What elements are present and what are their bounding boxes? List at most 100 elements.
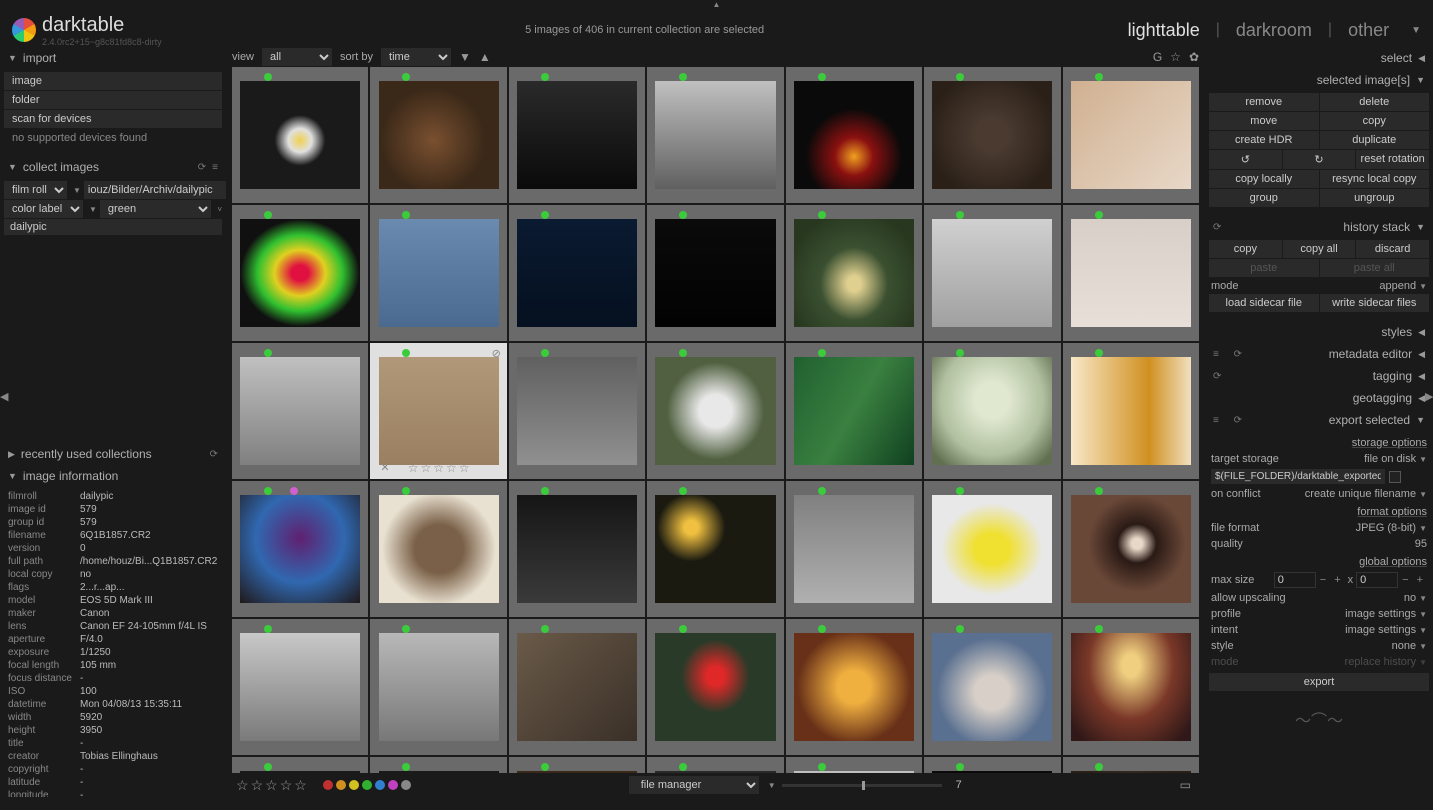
zoom-slider[interactable]: [782, 784, 942, 787]
thumbnail-cell[interactable]: [370, 205, 506, 341]
upscaling-value[interactable]: no: [1404, 592, 1416, 604]
settings-gear-icon[interactable]: ✿: [1189, 50, 1199, 64]
thumbnail-cell[interactable]: [232, 619, 368, 755]
thumbnail-cell[interactable]: [509, 481, 645, 617]
import-header[interactable]: ▼import: [2, 47, 224, 69]
export-path-input[interactable]: [1211, 469, 1385, 484]
hist-copy-button[interactable]: copy: [1209, 240, 1282, 258]
info-header[interactable]: ▼image information: [2, 465, 224, 487]
thumbnail-cell[interactable]: [786, 481, 922, 617]
thumbnail-cell[interactable]: [647, 67, 783, 203]
load-sidecar-button[interactable]: load sidecar file: [1209, 294, 1319, 312]
max-w-input[interactable]: [1274, 572, 1316, 588]
write-sidecar-button[interactable]: write sidecar files: [1320, 294, 1430, 312]
tagging-header[interactable]: ⟳tagging◀: [1207, 365, 1431, 387]
thumbnail-cell[interactable]: [1063, 205, 1199, 341]
thumbnail-cell[interactable]: [509, 343, 645, 479]
thumb-star[interactable]: ☆: [459, 461, 470, 475]
group-icon[interactable]: G: [1153, 50, 1162, 64]
sort-dir-up-icon[interactable]: ▲: [479, 50, 491, 64]
file-format-value[interactable]: JPEG (8-bit): [1356, 522, 1417, 534]
thumb-star[interactable]: ☆: [446, 461, 457, 475]
star-2[interactable]: ☆: [251, 777, 264, 794]
layout-combo[interactable]: file manager: [629, 776, 759, 794]
h-plus[interactable]: +: [1413, 574, 1427, 586]
recent-header[interactable]: ▶recently used collections ⟳: [2, 443, 224, 465]
color-label-6[interactable]: [401, 780, 411, 790]
color-label-0[interactable]: [323, 780, 333, 790]
fullscreen-icon[interactable]: ▭: [1180, 778, 1191, 792]
collect-path-tag[interactable]: dailypic: [4, 219, 222, 235]
thumbnail-cell[interactable]: [509, 205, 645, 341]
intent-value[interactable]: image settings: [1345, 624, 1416, 636]
history-header[interactable]: ⟳ history stack▼: [1207, 216, 1431, 238]
mode-other[interactable]: other: [1348, 20, 1389, 41]
import-image[interactable]: image: [4, 72, 222, 90]
quality-value[interactable]: 95: [1415, 538, 1427, 550]
color-label-4[interactable]: [375, 780, 385, 790]
remove-button[interactable]: remove: [1209, 93, 1319, 111]
history-reset-icon[interactable]: ⟳: [1213, 222, 1221, 233]
collect-rule-val-0[interactable]: [84, 181, 226, 199]
import-scan[interactable]: scan for devices: [4, 110, 222, 128]
target-storage-value[interactable]: file on disk: [1364, 453, 1416, 465]
thumbnail-cell[interactable]: [924, 757, 1060, 773]
move-button[interactable]: move: [1209, 112, 1319, 130]
collect-header[interactable]: ▼collect images ⟳≡: [2, 156, 224, 178]
right-collapse-icon[interactable]: ▶: [1425, 390, 1433, 406]
thumbnail-cell[interactable]: [647, 205, 783, 341]
color-label-3[interactable]: [362, 780, 372, 790]
thumbnail-cell[interactable]: [786, 619, 922, 755]
select-header[interactable]: select◀: [1207, 47, 1431, 69]
group-button[interactable]: group: [1209, 189, 1319, 207]
thumbnail-cell[interactable]: [1063, 619, 1199, 755]
thumbnail-cell[interactable]: [924, 481, 1060, 617]
thumbnail-cell[interactable]: [370, 481, 506, 617]
thumbnail-cell[interactable]: [370, 67, 506, 203]
export-button[interactable]: export: [1209, 673, 1429, 691]
resync-button[interactable]: resync local copy: [1320, 170, 1430, 188]
thumbnail-cell[interactable]: [509, 619, 645, 755]
thumbnail-cell[interactable]: [1063, 67, 1199, 203]
thumbnail-cell[interactable]: [924, 67, 1060, 203]
export-header[interactable]: ≡ ⟳ export selected▼: [1207, 409, 1431, 431]
color-label-2[interactable]: [349, 780, 359, 790]
profile-value[interactable]: image settings: [1345, 608, 1416, 620]
thumbnail-cell[interactable]: [370, 619, 506, 755]
thumbnail-cell[interactable]: ⊘✕☆☆☆☆☆: [370, 343, 506, 479]
thumbnail-cell[interactable]: [232, 67, 368, 203]
star-1[interactable]: ☆: [236, 777, 249, 794]
collect-rule-by-0[interactable]: film roll: [4, 181, 67, 199]
thumbnail-cell[interactable]: [232, 205, 368, 341]
thumbnail-cell[interactable]: [647, 619, 783, 755]
create-hdr-button[interactable]: create HDR: [1209, 131, 1319, 149]
thumbnail-cell[interactable]: [1063, 481, 1199, 617]
thumb-star[interactable]: ☆: [420, 461, 431, 475]
conflict-value[interactable]: create unique filename: [1305, 488, 1416, 500]
thumb-star[interactable]: ☆: [408, 461, 419, 475]
star-5[interactable]: ☆: [294, 777, 307, 794]
thumbnail-cell[interactable]: [1063, 757, 1199, 773]
left-collapse-icon[interactable]: ◀: [0, 390, 8, 406]
reset-rotation-button[interactable]: reset rotation: [1356, 150, 1429, 169]
max-h-input[interactable]: [1356, 572, 1398, 588]
thumbnail-cell[interactable]: [924, 205, 1060, 341]
thumbnail-cell[interactable]: [509, 757, 645, 773]
thumbnail-cell[interactable]: [370, 757, 506, 773]
selected-images-header[interactable]: selected image[s]▼: [1207, 69, 1431, 91]
recent-preset-icon[interactable]: ⟳: [210, 449, 218, 460]
thumb-star[interactable]: ☆: [433, 461, 444, 475]
star-overlay-icon[interactable]: ☆: [1170, 50, 1181, 64]
mode-expand-icon[interactable]: ▼: [1411, 25, 1421, 36]
collect-reset-icon[interactable]: ⟳: [198, 162, 206, 173]
hist-discard-button[interactable]: discard: [1356, 240, 1429, 258]
collect-rule-by-1[interactable]: color label: [4, 200, 83, 218]
thumbnail-cell[interactable]: [509, 67, 645, 203]
hist-copyall-button[interactable]: copy all: [1283, 240, 1356, 258]
thumbnail-cell[interactable]: [232, 343, 368, 479]
thumbnail-cell[interactable]: [647, 343, 783, 479]
copy-locally-button[interactable]: copy locally: [1209, 170, 1319, 188]
hist-pasteall-button[interactable]: paste all: [1320, 259, 1430, 277]
thumbnail-cell[interactable]: [924, 343, 1060, 479]
star-3[interactable]: ☆: [265, 777, 278, 794]
